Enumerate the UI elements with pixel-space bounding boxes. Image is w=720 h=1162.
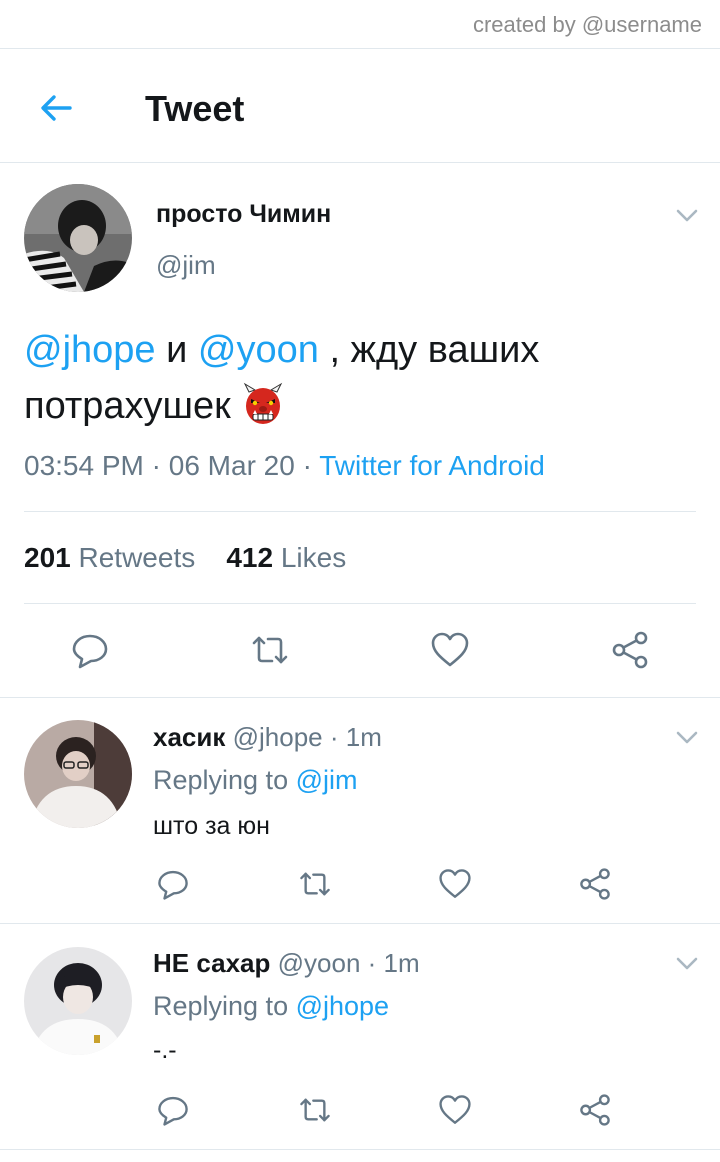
stats-divider: [24, 603, 696, 604]
tweet-text-part: и: [155, 329, 198, 371]
retweets-count: 201: [24, 542, 71, 573]
retweet-icon[interactable]: [298, 867, 332, 901]
tweet-time: 03:54 PM: [24, 450, 144, 481]
replying-to: Replying to @jhope: [153, 991, 389, 1022]
meta-dot: ·: [294, 450, 320, 481]
tweet-text-part: потрахушек: [24, 385, 231, 427]
reply-author-name[interactable]: НЕ сахар: [153, 948, 270, 978]
reply-icon[interactable]: [156, 867, 190, 901]
likes-label: Likes: [280, 542, 347, 573]
reply-divider: [0, 1149, 720, 1150]
reply-author-handle[interactable]: @jhope: [233, 722, 323, 752]
tweet-text: @jhope и @yoon , жду ваших потрахушек: [24, 322, 684, 434]
meta-divider: [24, 511, 696, 512]
reply-author-handle[interactable]: @yoon: [278, 948, 361, 978]
reply-text: -.-: [153, 1036, 177, 1064]
japanese-ogre-emoji-icon: [241, 382, 285, 426]
mention-link[interactable]: @jhope: [24, 329, 156, 371]
retweet-icon[interactable]: [298, 1093, 332, 1127]
mention-link[interactable]: @yoon: [198, 329, 319, 371]
like-heart-icon[interactable]: [430, 630, 470, 670]
tweet-text-part: , жду ваших: [318, 329, 540, 371]
reply-time: · 1m: [367, 948, 420, 978]
replying-to-link[interactable]: @jim: [296, 765, 358, 795]
retweet-icon[interactable]: [250, 630, 290, 670]
reply-text: што за юн: [153, 812, 270, 840]
likes-count: 412: [226, 542, 274, 573]
reply-divider: [0, 923, 720, 924]
tweet-meta: 03:54 PM · 06 Mar 20 · Twitter for Andro…: [24, 450, 545, 482]
header-divider: [0, 162, 720, 163]
page-title: Tweet: [145, 88, 245, 129]
retweets-stat[interactable]: 201 Retweets: [24, 542, 195, 573]
reply-author-name[interactable]: хасик: [153, 722, 225, 752]
top-divider: [0, 48, 720, 49]
replying-prefix: Replying to: [153, 765, 296, 795]
chevron-down-icon[interactable]: [674, 202, 700, 228]
reply-avatar[interactable]: [24, 947, 132, 1055]
watermark-text: created by @username: [472, 12, 702, 37]
reply-avatar[interactable]: [24, 720, 132, 828]
reply-icon[interactable]: [156, 1093, 190, 1127]
author-name[interactable]: просто Чимин: [156, 200, 331, 229]
chevron-down-icon[interactable]: [674, 724, 700, 750]
share-icon[interactable]: [578, 867, 612, 901]
chevron-down-icon[interactable]: [674, 950, 700, 976]
reply-header: хасик @jhope · 1m: [153, 722, 382, 753]
tweet-divider: [0, 697, 720, 698]
replying-prefix: Replying to: [153, 991, 296, 1021]
share-icon[interactable]: [610, 630, 650, 670]
reply-time: · 1m: [329, 722, 382, 752]
tweet-source-link[interactable]: Twitter for Android: [319, 450, 545, 481]
author-handle[interactable]: @jim: [156, 250, 216, 281]
author-avatar[interactable]: [24, 184, 132, 292]
like-heart-icon[interactable]: [438, 867, 472, 901]
replying-to-link[interactable]: @jhope: [296, 991, 389, 1021]
tweet-stats: 201 Retweets 412 Likes: [24, 542, 346, 574]
share-icon[interactable]: [578, 1093, 612, 1127]
like-heart-icon[interactable]: [438, 1093, 472, 1127]
reply-icon[interactable]: [70, 630, 110, 670]
likes-stat[interactable]: 412 Likes: [226, 542, 346, 573]
replying-to: Replying to @jim: [153, 765, 358, 796]
back-arrow-icon[interactable]: [36, 88, 76, 128]
reply-header: НЕ сахар @yoon · 1m: [153, 948, 420, 979]
retweets-label: Retweets: [78, 542, 196, 573]
meta-dot: ·: [143, 450, 169, 481]
tweet-date: 06 Mar 20: [168, 450, 295, 481]
